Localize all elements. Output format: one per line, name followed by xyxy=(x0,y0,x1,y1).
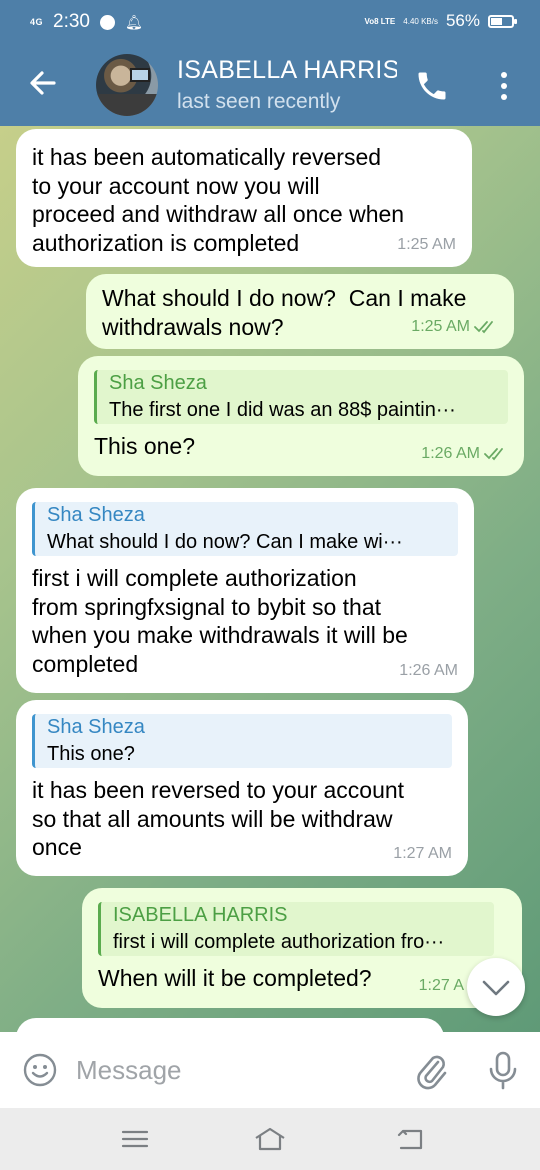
paperclip-icon[interactable] xyxy=(414,1050,450,1090)
reply-text: The first one I did was an 88$ paintin··… xyxy=(109,399,456,421)
system-navigation-bar xyxy=(0,1108,540,1170)
scroll-to-bottom-button[interactable] xyxy=(467,958,525,1016)
double-check-icon xyxy=(474,320,493,334)
message-text: it has been automatically reversed to yo… xyxy=(32,144,405,256)
reply-quote[interactable]: Sha Sheza The first one I did was an 88$… xyxy=(94,370,508,424)
more-options-icon[interactable] xyxy=(494,68,514,104)
message-text: first i will complete authorization from… xyxy=(32,565,408,677)
contact-avatar[interactable] xyxy=(96,54,158,116)
message-outgoing[interactable]: What should I do now? Can I make withdra… xyxy=(86,274,514,349)
network-speed: 4.40 KB/s xyxy=(403,16,438,26)
reply-text: first i will complete authorization fro·… xyxy=(113,931,445,953)
chat-area[interactable]: it has been automatically reversed to yo… xyxy=(0,126,540,1032)
reply-quote[interactable]: ISABELLA HARRIS first i will complete au… xyxy=(98,902,494,956)
emoji-icon[interactable] xyxy=(22,1052,58,1088)
message-input[interactable] xyxy=(76,1052,396,1088)
message-incoming[interactable]: it has been automatically reversed to yo… xyxy=(16,129,472,267)
contact-name[interactable]: ISABELLA HARRIS xyxy=(177,56,397,85)
back-arrow-icon[interactable] xyxy=(26,66,60,100)
battery-percent: 56% xyxy=(445,11,480,30)
reply-quote[interactable]: Sha Sheza This one? xyxy=(32,714,452,768)
volte-indicator: Vo8 LTE xyxy=(364,16,396,26)
reply-quote[interactable]: Sha Sheza What should I do now? Can I ma… xyxy=(32,502,458,556)
reply-sender: Sha Sheza xyxy=(109,372,207,394)
reply-sender: Sha Sheza xyxy=(47,504,145,526)
menu-icon[interactable] xyxy=(118,1124,152,1154)
battery-icon xyxy=(488,14,517,28)
chat-header: ISABELLA HARRIS last seen recently xyxy=(0,44,540,126)
chevron-down-icon xyxy=(482,980,510,996)
app-notification-icon xyxy=(100,14,115,30)
status-bar: 4G 2:30 🔔︎ Vo8 LTE 4.40 KB/s 56% xyxy=(0,0,540,44)
status-time: 2:30 xyxy=(53,11,90,32)
message-incoming[interactable]: Sha Sheza This one? it has been reversed… xyxy=(16,700,468,876)
reply-text: What should I do now? Can I make wi··· xyxy=(47,531,403,553)
message-time: 1:26 AM xyxy=(399,661,458,679)
reply-text: This one? xyxy=(47,743,135,765)
home-icon[interactable] xyxy=(253,1124,287,1154)
message-composer xyxy=(0,1032,540,1108)
last-seen-status: last seen recently xyxy=(177,90,341,113)
phone-call-icon[interactable] xyxy=(414,68,450,104)
message-outgoing[interactable]: ISABELLA HARRIS first i will complete au… xyxy=(82,888,522,1008)
message-incoming[interactable]: Sha Sheza What should I do now? Can I ma… xyxy=(16,488,474,693)
double-check-icon xyxy=(484,447,503,461)
message-time: 1:27 A xyxy=(418,976,464,994)
message-time: 1:25 AM xyxy=(397,235,456,253)
message-time: 1:25 AM xyxy=(411,317,470,335)
bell-icon: 🔔︎ xyxy=(125,13,143,30)
message-incoming-partial[interactable] xyxy=(16,1018,444,1032)
network-indicator: 4G xyxy=(30,16,44,27)
message-outgoing[interactable]: Sha Sheza The first one I did was an 88$… xyxy=(78,356,524,476)
message-time: 1:26 AM xyxy=(421,444,480,462)
microphone-icon[interactable] xyxy=(488,1050,518,1090)
message-text: it has been reversed to your account so … xyxy=(32,777,405,860)
reply-sender: Sha Sheza xyxy=(47,716,145,738)
back-icon[interactable] xyxy=(394,1124,428,1154)
reply-sender: ISABELLA HARRIS xyxy=(113,904,288,926)
message-time: 1:27 AM xyxy=(393,844,452,862)
